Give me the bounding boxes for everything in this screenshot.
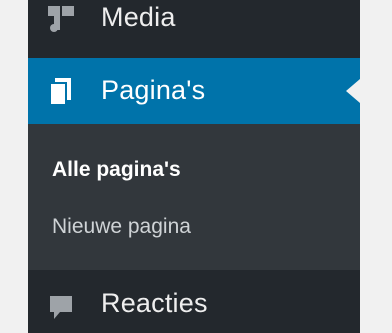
sidebar-item-comments[interactable]: Reacties (28, 270, 360, 333)
admin-sidebar: Media Pagina's Alle pagina's Nieuwe pagi… (28, 0, 360, 333)
sidebar-item-label: Pagina's (101, 75, 206, 105)
submenu-item-all-pages[interactable]: Alle pagina's (52, 158, 181, 182)
sidebar-item-label: Reacties (101, 288, 208, 318)
pages-icon (49, 78, 71, 106)
page-background-strip (0, 0, 28, 333)
sidebar-item-pages[interactable]: Pagina's (28, 58, 360, 124)
comments-icon (50, 296, 72, 319)
media-icon (48, 6, 74, 32)
sidebar-item-label: Media (101, 2, 176, 32)
pages-submenu: Alle pagina's Nieuwe pagina (28, 124, 360, 270)
sidebar-item-media[interactable]: Media (28, 0, 360, 48)
active-indicator-arrow (346, 79, 360, 103)
submenu-item-new-page[interactable]: Nieuwe pagina (52, 215, 191, 239)
